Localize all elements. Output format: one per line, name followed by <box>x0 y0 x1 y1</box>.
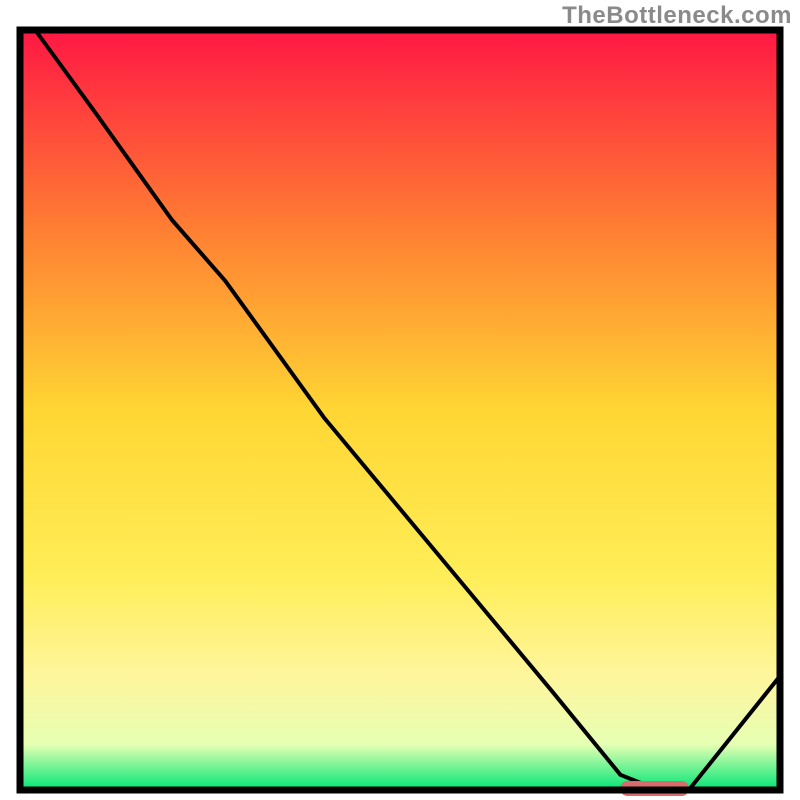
bottleneck-chart <box>0 0 800 800</box>
chart-container: { "watermark": "TheBottleneck.com", "cha… <box>0 0 800 800</box>
gradient-background <box>20 30 780 790</box>
